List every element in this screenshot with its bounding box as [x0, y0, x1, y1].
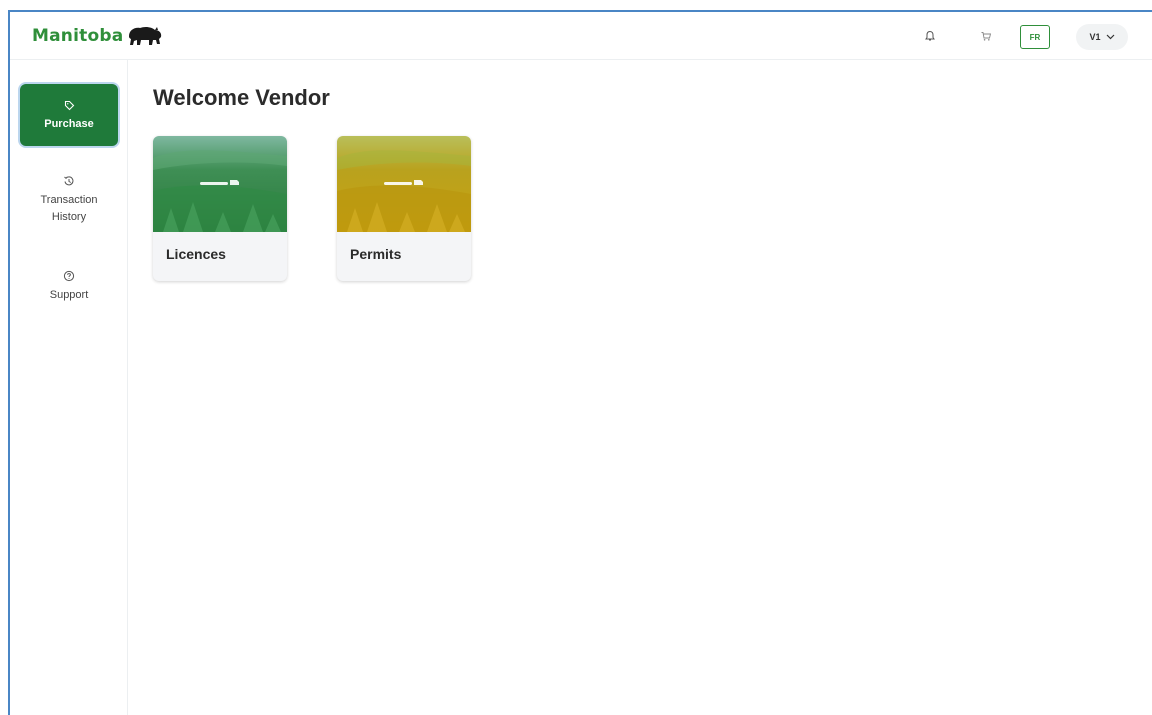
bison-icon [129, 26, 162, 45]
brand-name: Manitoba [32, 26, 124, 46]
app-window: Manitoba FR V1 Purchase Transaction Hist… [8, 10, 1152, 715]
notifications-button[interactable] [919, 25, 941, 47]
user-menu-button[interactable]: V1 [1076, 24, 1128, 50]
sidebar-item-label: Purchase [44, 118, 94, 130]
page-title: Welcome Vendor [153, 85, 330, 110]
user-initials: V1 [1089, 32, 1101, 42]
chevron-down-icon [1106, 34, 1114, 40]
manitoba-logo[interactable]: Manitoba [32, 24, 164, 48]
sidebar-item-label: Transaction History [40, 194, 98, 223]
help-icon [63, 268, 75, 284]
sidebar-item-label: Support [49, 289, 89, 301]
tag-icon [64, 97, 75, 113]
top-header: Manitoba FR V1 [10, 12, 1152, 60]
cart-button[interactable] [975, 25, 997, 47]
forest-banner-image [153, 136, 287, 232]
cart-icon [981, 32, 992, 41]
history-icon [63, 173, 75, 189]
card-label: Licences [166, 246, 226, 262]
bell-icon [925, 30, 935, 41]
sidebar-nav: Purchase Transaction History Support [10, 60, 128, 715]
sidebar-item-transaction-history[interactable]: Transaction History [20, 173, 118, 226]
licences-card[interactable]: Licences [153, 136, 287, 281]
sidebar-item-support[interactable]: Support [20, 268, 118, 304]
language-toggle-button[interactable]: FR [1020, 25, 1050, 49]
card-label: Permits [350, 246, 402, 262]
sidebar-item-purchase[interactable]: Purchase [20, 84, 118, 146]
forest-banner-image [337, 136, 471, 232]
permits-card[interactable]: Permits [337, 136, 471, 281]
